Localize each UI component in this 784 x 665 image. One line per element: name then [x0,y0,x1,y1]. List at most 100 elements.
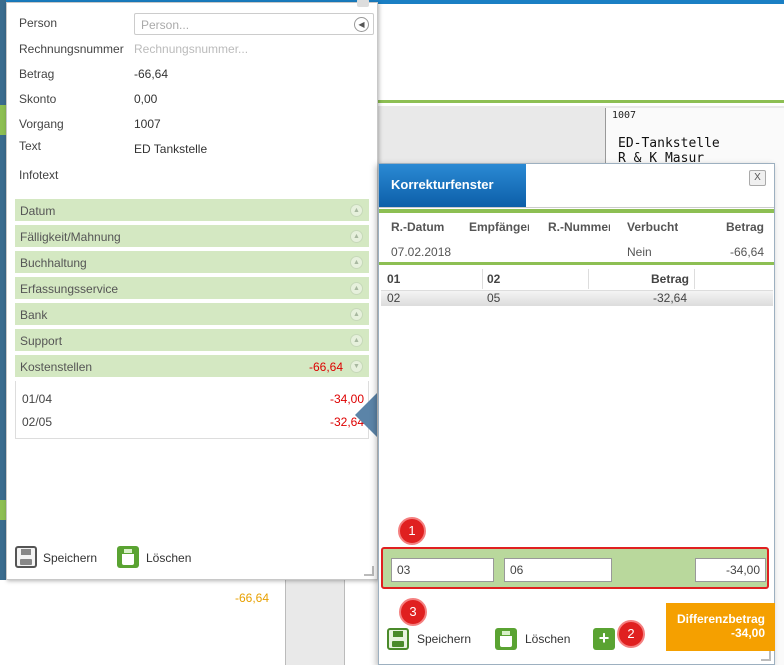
section-label: Fälligkeit/Mahnung [20,230,121,244]
col-nummer: R.-Nummer [548,220,610,234]
document-text-line: ED-Tankstelle [618,136,720,151]
col-datum: R.-Datum [391,220,445,234]
correction-header: Korrekturfenster X [379,164,774,208]
kostenstelle-code: 02/05 [22,415,53,429]
col-betrag: Betrag [725,220,764,234]
col-empfaenger: Empfänger [469,220,529,234]
cell-datum: 07.02.2018 [391,245,451,259]
expand-up-icon[interactable]: ▲ [350,256,363,269]
background-column [285,580,345,665]
invoice-summary-header: R.-Datum Empfänger R.-Nummer Verbucht Be… [379,217,774,237]
header-divider [379,209,774,213]
summary-divider [379,262,774,265]
expand-up-icon[interactable]: ▲ [350,282,363,295]
section-label: Erfassungsservice [20,282,119,296]
delete-basket-icon[interactable] [117,546,139,568]
section-label: Datum [20,204,56,218]
add-split-button[interactable]: + [593,628,615,650]
table-row[interactable]: 02 05 -32,64 [381,291,773,306]
text-row: Text ED Tankstelle [19,136,369,156]
vorgang-label: Vorgang [19,117,64,131]
list-item[interactable]: 01/04 -34,00 [20,389,366,409]
col-grid-betrag: Betrag [651,272,690,286]
cell-02: 05 [487,291,501,305]
person-input[interactable]: Person... ◀ [134,13,374,35]
close-icon[interactable]: X [749,170,766,186]
differenz-label: Differenzbetrag [676,612,765,626]
header-divider [378,100,784,103]
cell-01: 02 [387,291,401,305]
differenzbetrag-box: Differenzbetrag -34,00 [666,603,775,651]
step-badge-3: 3 [399,598,427,626]
resize-grip-icon[interactable] [364,566,374,576]
save-icon[interactable] [387,628,409,650]
delete-basket-icon[interactable] [495,628,517,650]
section-datum[interactable]: Datum ▲ [15,199,369,223]
skonto-row: Skonto 0,00 [19,89,369,109]
correction-delete-button[interactable]: Löschen [525,632,570,646]
save-button[interactable]: Speichern [43,551,97,565]
invoice-summary-row: 07.02.2018 Nein -66,64 [379,242,774,262]
kostenstelle-code: 01/04 [22,392,53,406]
section-buchhaltung[interactable]: Buchhaltung ▲ [15,251,369,275]
section-bank[interactable]: Bank ▲ [15,303,369,327]
section-label: Support [20,334,63,348]
person-row: Person Person... ◀ [19,13,374,35]
list-item[interactable]: 02/05 -32,64 [20,412,366,432]
text-value[interactable]: ED Tankstelle [134,142,207,156]
section-support[interactable]: Support ▲ [15,329,369,353]
col-verbucht: Verbucht [627,220,679,234]
kostenstellen-list: 01/04 -34,00 02/05 -32,64 [15,381,369,439]
cell-grid-betrag: -32,64 [653,291,688,305]
resize-grip-icon[interactable] [761,651,771,661]
kostenstelle-02-input[interactable] [504,558,612,582]
betrag-value[interactable]: -66,64 [134,67,168,81]
section-label: Buchhaltung [20,256,87,270]
correction-window: Korrekturfenster X R.-Datum Empfänger R.… [378,163,775,665]
expand-up-icon[interactable]: ▲ [350,230,363,243]
document-number: 1007 [612,110,637,121]
section-label: Kostenstellen [20,360,93,374]
picker-arrow-icon[interactable]: ◀ [354,17,369,32]
infotext-label: Infotext [19,168,59,182]
expand-up-icon[interactable]: ▲ [350,204,363,217]
col-02: 02 [487,272,501,286]
correction-save-button[interactable]: Speichern [417,632,471,646]
expand-up-icon[interactable]: ▲ [350,308,363,321]
correction-title: Korrekturfenster [379,164,526,207]
col-01: 01 [387,272,401,286]
panel-pointer [355,393,377,437]
person-label: Person [19,16,58,30]
expand-up-icon[interactable]: ▲ [350,334,363,347]
cell-betrag: -66,64 [729,245,764,259]
text-label: Text [19,139,42,153]
step-badge-1: 1 [398,517,426,545]
kostenstelle-01-input[interactable] [391,558,494,582]
panel-close-handle[interactable] [357,0,369,7]
differenz-value: -34,00 [730,626,765,640]
infotext-row: Infotext [19,165,369,185]
collapse-down-icon[interactable]: ▼ [350,360,363,373]
amount-input[interactable] [695,558,766,582]
save-icon[interactable] [15,546,37,568]
section-label: Bank [20,308,48,322]
cell-verbucht: Nein [627,245,652,259]
vorgang-row: Vorgang 1007 [19,114,369,134]
invoice-detail-panel: Person Person... ◀ Rechnungsnummer Rechn… [6,0,378,580]
split-grid-header: 01 02 Betrag [381,269,773,291]
person-placeholder: Person... [141,18,190,32]
rechnungsnummer-label: Rechnungsnummer [19,42,124,56]
section-erfassungsservice[interactable]: Erfassungsservice ▲ [15,277,369,301]
skonto-value[interactable]: 0,00 [134,92,157,106]
section-kostenstellen[interactable]: Kostenstellen -66,64 ▼ [15,355,369,379]
rechnungsnummer-input[interactable]: Rechnungsnummer... [134,42,248,56]
delete-button[interactable]: Löschen [146,551,191,565]
section-faelligkeit[interactable]: Fälligkeit/Mahnung ▲ [15,225,369,249]
step-badge-2: 2 [617,620,645,648]
split-grid-body [381,306,773,544]
vorgang-value[interactable]: 1007 [134,117,161,131]
panel-footer: Speichern Löschen [15,546,375,572]
background-amount: -66,64 [235,591,270,605]
skonto-label: Skonto [19,92,57,106]
kostenstellen-total: -66,64 [308,360,343,374]
